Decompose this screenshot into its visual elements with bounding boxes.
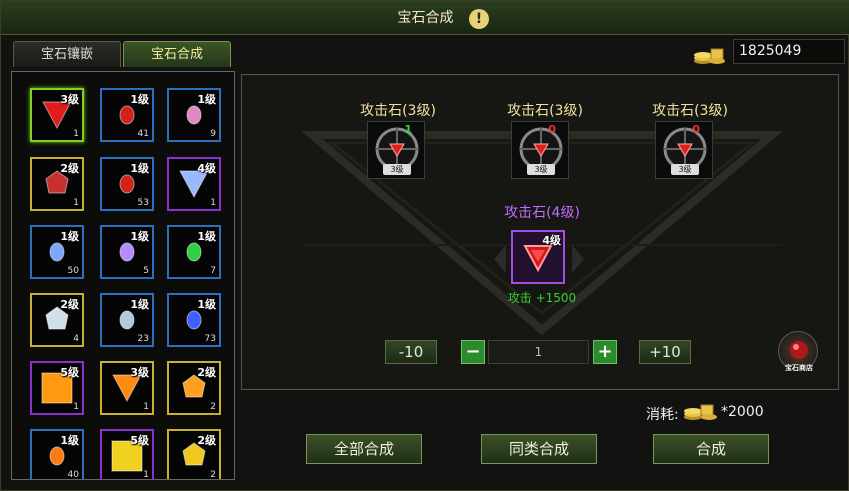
gem-level: 5级: [130, 434, 149, 447]
gem-count: 1: [73, 402, 79, 412]
gem-level: 2级: [197, 366, 216, 379]
gem-count: 2: [210, 402, 216, 412]
gem-slot[interactable]: 2级 2: [167, 429, 221, 480]
gem-slot[interactable]: 1级 50: [30, 225, 84, 279]
result-gem-name: 攻击石(4级): [504, 205, 580, 221]
ingredient-slot-3[interactable]: 0 3级: [655, 121, 713, 179]
gem-count: 7: [210, 266, 216, 276]
gold-coins-icon: [684, 404, 717, 420]
gem-level: 1级: [130, 298, 149, 311]
gem-slot[interactable]: 1级 73: [167, 293, 221, 347]
gem-count: 1: [73, 198, 79, 208]
gem-level: 3级: [60, 93, 79, 106]
gem-slot[interactable]: 2级 2: [167, 361, 221, 415]
result-gem-level: 4级: [542, 234, 561, 247]
ingredient-slot-1[interactable]: 1 3级: [367, 121, 425, 179]
gem-slot[interactable]: 1级 40: [30, 429, 84, 480]
gem-inventory-grid[interactable]: 3级 1 1级 41 1级 9 2级 1 1级 53 4级 1 1级 50 1级 5 1级 7 2级 4 1级 23 1级 7…: [11, 71, 235, 480]
gem-count: 40: [67, 470, 79, 480]
gem-count: 53: [137, 198, 149, 208]
gold-coins-icon: [694, 48, 725, 64]
combine-all-button[interactable]: 全部合成: [306, 434, 422, 464]
ingredient-level-badge-3: 3级: [671, 164, 699, 175]
ingredient-level-badge-1: 3级: [383, 164, 411, 175]
result-gem-slot[interactable]: 4级: [511, 230, 565, 284]
gem-count: 1: [143, 470, 149, 480]
cost-label: 消耗:: [646, 407, 679, 423]
gem-count: 2: [210, 470, 216, 480]
ingredient-count-3: 0: [692, 123, 700, 136]
gem-level: 1级: [197, 298, 216, 311]
gem-level: 1级: [197, 230, 216, 243]
gem-level: 4级: [197, 162, 216, 175]
cost-value: *2000: [721, 404, 764, 420]
ingredient-level-badge-2: 3级: [527, 164, 555, 175]
gem-level: 1级: [130, 162, 149, 175]
gem-slot[interactable]: 1级 41: [100, 88, 154, 142]
gem-level: 1级: [60, 230, 79, 243]
gem-slot[interactable]: 3级 1: [30, 88, 84, 142]
decrement-button[interactable]: −: [461, 340, 485, 364]
title-bar: 宝石合成 !: [1, 1, 849, 35]
help-icon[interactable]: !: [469, 9, 489, 29]
gem-count: 50: [67, 266, 79, 276]
gem-count: 23: [137, 334, 149, 344]
gem-level: 1级: [130, 230, 149, 243]
ingredient-slot-2[interactable]: 0 3级: [511, 121, 569, 179]
ingredient-name-1: 攻击石(3级): [360, 103, 436, 119]
window-title: 宝石合成: [397, 10, 454, 26]
gem-slot[interactable]: 1级 23: [100, 293, 154, 347]
plus-ten-button[interactable]: +10: [639, 340, 691, 364]
gem-level: 1级: [60, 434, 79, 447]
combine-button[interactable]: 合成: [653, 434, 769, 464]
ingredient-count-2: 0: [548, 123, 556, 136]
gem-slot[interactable]: 5级 1: [100, 429, 154, 480]
gem-count: 1: [143, 402, 149, 412]
gem-slot[interactable]: 3级 1: [100, 361, 154, 415]
gem-count: 4: [73, 334, 79, 344]
gem-slot[interactable]: 1级 53: [100, 157, 154, 211]
gem-slot[interactable]: 4级 1: [167, 157, 221, 211]
gem-slot[interactable]: 1级 9: [167, 88, 221, 142]
gem-slot[interactable]: 5级 1: [30, 361, 84, 415]
ingredient-count-1: 1: [404, 123, 412, 136]
gem-level: 2级: [197, 434, 216, 447]
gem-slot[interactable]: 2级 4: [30, 293, 84, 347]
gold-amount: 1825049: [733, 39, 845, 64]
gem-count: 1: [210, 198, 216, 208]
gem-level: 2级: [60, 162, 79, 175]
tab-gem-synthesis[interactable]: 宝石合成: [123, 41, 231, 67]
increment-button[interactable]: +: [593, 340, 617, 364]
quantity-input[interactable]: 1: [488, 340, 589, 364]
gem-level: 3级: [130, 366, 149, 379]
gem-level: 1级: [130, 93, 149, 106]
gem-slot[interactable]: 2级 1: [30, 157, 84, 211]
gem-level: 2级: [60, 298, 79, 311]
gem-count: 9: [210, 129, 216, 139]
gem-synthesis-window: 宝石合成 ! 宝石镶嵌 宝石合成 1825049 3级 1 1级 41 1级 9 2级 1 1级…: [0, 0, 849, 491]
combine-same-type-button[interactable]: 同类合成: [481, 434, 597, 464]
gem-count: 41: [137, 129, 149, 139]
gem-shop-label: 宝石商店: [785, 364, 813, 372]
result-gem-stat: 攻击 +1500: [507, 291, 577, 305]
gem-level: 1级: [197, 93, 216, 106]
gem-slot[interactable]: 1级 5: [100, 225, 154, 279]
ingredient-name-3: 攻击石(3级): [652, 103, 728, 119]
gem-count: 1: [73, 129, 79, 139]
tab-gem-inlay[interactable]: 宝石镶嵌: [13, 41, 121, 67]
gem-level: 5级: [60, 366, 79, 379]
gem-count: 5: [143, 266, 149, 276]
gem-count: 73: [204, 334, 216, 344]
ingredient-name-2: 攻击石(3级): [507, 103, 583, 119]
minus-ten-button[interactable]: -10: [385, 340, 437, 364]
gem-slot[interactable]: 1级 7: [167, 225, 221, 279]
